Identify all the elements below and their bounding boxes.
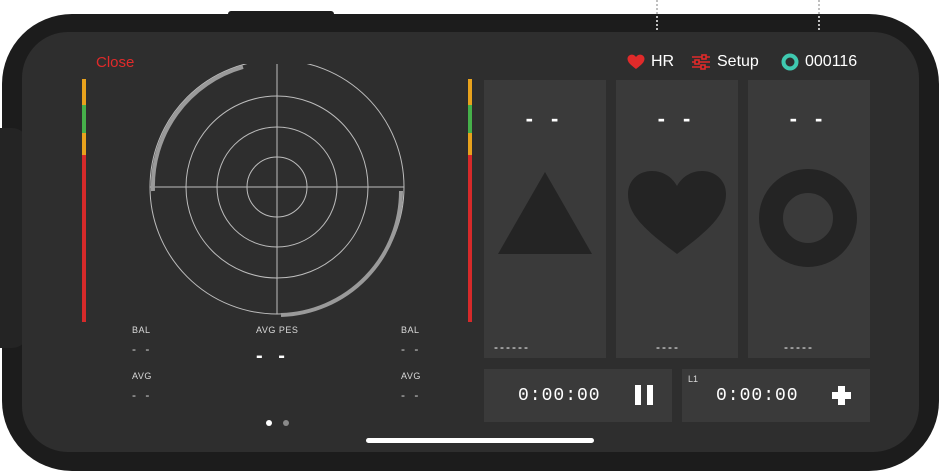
ring-icon xyxy=(781,53,799,71)
heart-icon xyxy=(627,54,645,69)
device-button[interactable]: 000116 xyxy=(781,52,857,72)
triangle-icon xyxy=(498,172,592,254)
page-dot[interactable] xyxy=(283,420,289,426)
add-lap-button[interactable] xyxy=(832,386,851,405)
heart-icon xyxy=(628,171,726,254)
hr-label: HR xyxy=(651,53,675,70)
bal-right-label: BAL xyxy=(401,325,420,335)
close-button[interactable]: Close xyxy=(96,54,134,71)
sliders-icon xyxy=(692,54,710,70)
right-level-bar xyxy=(468,79,472,322)
home-indicator[interactable] xyxy=(366,438,594,443)
setup-label: Setup xyxy=(717,53,759,70)
lap-timer-value: 0:00:00 xyxy=(716,386,799,406)
avg-right-value: - - xyxy=(401,388,422,402)
avg-right-label: AVG xyxy=(401,371,421,381)
ring-icon xyxy=(759,169,857,267)
zone-panel-ring[interactable]: - - ----- xyxy=(748,80,870,358)
zone-panel-triangle[interactable]: - - ------ xyxy=(484,80,606,358)
phone-top-button xyxy=(228,11,334,19)
main-timer: 0:00:00 xyxy=(484,369,672,422)
bal-left-label: BAL xyxy=(132,325,151,335)
avg-pes-value: - - xyxy=(256,345,290,367)
zone-panel-heart[interactable]: - - ---- xyxy=(616,80,738,358)
lap-label: L1 xyxy=(688,374,699,384)
plus-icon xyxy=(832,386,851,405)
main-timer-value: 0:00:00 xyxy=(518,386,601,406)
zone-bottom-value: ---- xyxy=(656,340,680,354)
pause-button[interactable] xyxy=(634,384,654,406)
page-dot-active[interactable] xyxy=(266,420,272,426)
zone-top-value: - - xyxy=(789,106,829,131)
radar-target xyxy=(149,64,405,317)
left-level-bar xyxy=(82,79,86,322)
avg-pes-label: AVG PES xyxy=(256,325,299,335)
bal-right-value: - - xyxy=(401,342,422,356)
avg-left-value: - - xyxy=(132,388,153,402)
pause-icon xyxy=(635,385,653,405)
zone-top-value: - - xyxy=(525,106,565,131)
zone-bottom-value: ------ xyxy=(494,340,530,354)
hr-button[interactable]: HR xyxy=(627,52,674,72)
zone-bottom-value: ----- xyxy=(784,340,814,354)
lap-timer: L1 0:00:00 xyxy=(682,369,870,422)
setup-button[interactable]: Setup xyxy=(691,52,759,72)
avg-left-label: AVG xyxy=(132,371,152,381)
zone-top-value: - - xyxy=(657,106,697,131)
bal-left-value: - - xyxy=(132,342,153,356)
device-id: 000116 xyxy=(805,53,858,70)
